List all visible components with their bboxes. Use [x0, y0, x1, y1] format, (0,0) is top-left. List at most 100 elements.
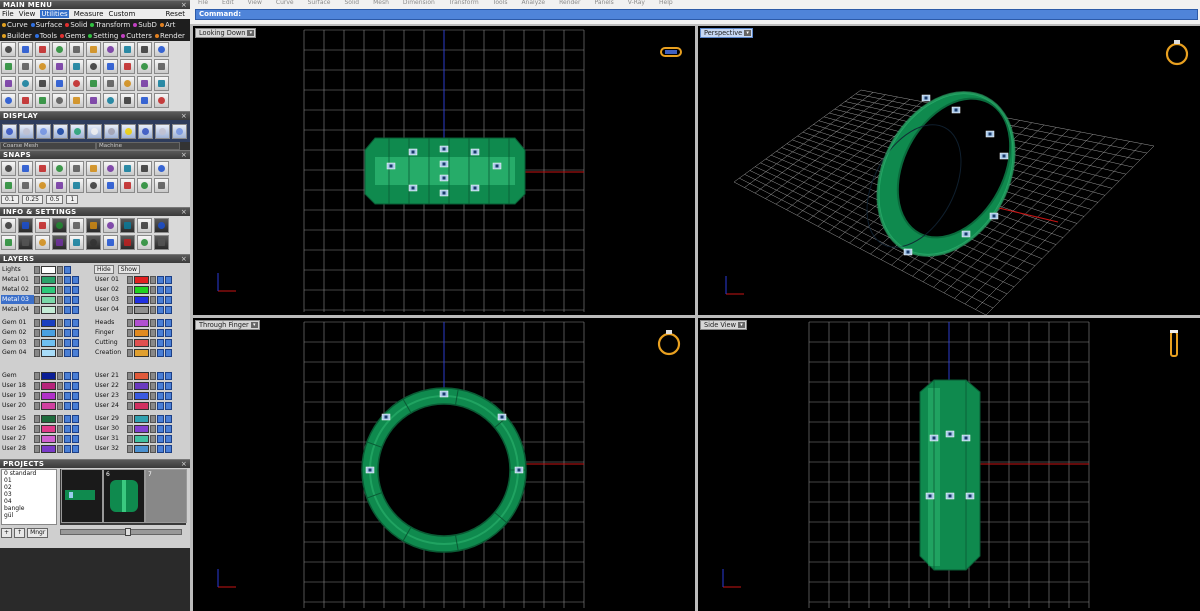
tab[interactable]: Curve [2, 21, 28, 29]
tool-button-icon[interactable] [1, 161, 16, 176]
layer-visibility-icon[interactable] [64, 348, 71, 357]
layer-name[interactable]: Gem 04 [1, 348, 34, 357]
menu-item[interactable]: Measure [74, 10, 104, 18]
layer-color-swatch[interactable] [41, 285, 56, 294]
tool-button-icon[interactable] [18, 218, 33, 233]
layer-control-icon[interactable] [127, 391, 133, 400]
layer-name[interactable]: User 29 [94, 414, 127, 423]
layer-control-icon[interactable] [34, 305, 40, 314]
layer-visibility-icon[interactable] [165, 305, 172, 314]
close-icon[interactable]: × [181, 1, 187, 10]
tool-button-icon[interactable] [18, 59, 33, 74]
layer-visibility-icon[interactable] [165, 401, 172, 410]
layer-control-icon[interactable] [127, 318, 133, 327]
tool-button-icon[interactable] [154, 59, 169, 74]
layer-control-icon[interactable] [34, 444, 40, 453]
tool-button-icon[interactable] [103, 161, 118, 176]
layer-color-swatch[interactable] [41, 371, 56, 380]
tool-button-icon[interactable] [154, 235, 169, 250]
layer-visibility-icon[interactable] [157, 285, 164, 294]
layer-visibility-icon[interactable] [165, 348, 172, 357]
layer-visibility-icon[interactable] [64, 338, 71, 347]
layer-lock-icon[interactable] [150, 295, 156, 304]
menu-item[interactable]: File [2, 10, 14, 18]
tool-button-icon[interactable] [35, 178, 50, 193]
viewport-looking-down[interactable]: Looking Down ▾ [193, 26, 695, 315]
tool-button-icon[interactable] [18, 93, 33, 108]
layer-control-icon[interactable] [34, 391, 40, 400]
layer-visibility-icon[interactable] [157, 305, 164, 314]
layer-name[interactable]: User 21 [94, 371, 127, 380]
tool-button-icon[interactable] [103, 93, 118, 108]
layer-control-icon[interactable] [127, 414, 133, 423]
tab[interactable]: Art [159, 21, 175, 29]
tool-button-icon[interactable] [52, 161, 67, 176]
menu-item[interactable]: Mesh [373, 0, 389, 6]
display-mode-icon[interactable] [70, 123, 85, 139]
tool-button-icon[interactable] [1, 218, 16, 233]
layer-visibility-icon[interactable] [72, 381, 79, 390]
layer-visibility-icon[interactable] [157, 444, 164, 453]
layer-name[interactable]: Gem 02 [1, 328, 34, 337]
tab[interactable]: Gems [60, 32, 85, 40]
tool-button-icon[interactable] [103, 218, 118, 233]
tool-button-icon[interactable] [137, 76, 152, 91]
tool-button-icon[interactable] [1, 235, 16, 250]
display-mode-icon[interactable] [53, 123, 68, 139]
display-mode-icon[interactable] [2, 123, 17, 139]
layer-name[interactable]: User 24 [94, 401, 127, 410]
tool-button-icon[interactable] [1, 42, 16, 57]
tool-button-icon[interactable] [35, 161, 50, 176]
menu-item[interactable]: Custom [108, 10, 135, 18]
layer-color-swatch[interactable] [41, 305, 56, 314]
layer-lock-icon[interactable] [57, 414, 63, 423]
layer-visibility-icon[interactable] [165, 371, 172, 380]
layer-visibility-icon[interactable] [72, 305, 79, 314]
layer-control-icon[interactable] [34, 401, 40, 410]
layer-visibility-icon[interactable] [72, 338, 79, 347]
layer-color-swatch[interactable] [41, 275, 56, 284]
tool-button-icon[interactable] [103, 42, 118, 57]
layer-color-swatch[interactable] [41, 265, 56, 274]
layer-name[interactable]: Gem [1, 371, 34, 380]
layer-control-icon[interactable] [127, 338, 133, 347]
project-list-item[interactable]: 01 [4, 477, 56, 484]
ring-orientation-icon[interactable] [657, 330, 681, 356]
menu-item[interactable]: Solid [344, 0, 359, 6]
tool-button-icon[interactable] [69, 76, 84, 91]
viewport-title[interactable]: Looking Down ▾ [195, 28, 257, 38]
tool-button-icon[interactable] [52, 178, 67, 193]
layer-name[interactable]: Lights [1, 265, 34, 274]
tool-button-icon[interactable] [103, 59, 118, 74]
tool-button-icon[interactable] [35, 235, 50, 250]
layer-lock-icon[interactable] [150, 328, 156, 337]
layer-visibility-icon[interactable] [157, 401, 164, 410]
tool-button-icon[interactable] [120, 93, 135, 108]
tool-button-icon[interactable] [120, 178, 135, 193]
layer-control-icon[interactable] [34, 381, 40, 390]
tab[interactable]: Setting [88, 32, 118, 40]
reset-button[interactable]: Reset [165, 10, 185, 18]
layer-name[interactable]: User 26 [1, 424, 34, 433]
tool-button-icon[interactable] [1, 93, 16, 108]
layer-visibility-icon[interactable] [165, 328, 172, 337]
layer-visibility-icon[interactable] [64, 391, 71, 400]
layer-control-icon[interactable] [127, 371, 133, 380]
tool-button-icon[interactable] [18, 76, 33, 91]
tool-button-icon[interactable] [120, 59, 135, 74]
tab[interactable]: SubD [133, 21, 157, 29]
machine-select[interactable]: Machine [96, 142, 180, 150]
layer-name[interactable]: Heads [94, 318, 127, 327]
layer-color-swatch[interactable] [134, 401, 149, 410]
layer-visibility-icon[interactable] [157, 381, 164, 390]
layer-name[interactable]: User 02 [94, 285, 127, 294]
layer-color-swatch[interactable] [134, 285, 149, 294]
tool-button-icon[interactable] [86, 42, 101, 57]
layer-control-icon[interactable] [34, 318, 40, 327]
tool-button-icon[interactable] [154, 161, 169, 176]
tool-button-icon[interactable] [154, 93, 169, 108]
menu-item[interactable]: Curve [276, 0, 294, 6]
project-list[interactable]: 0 standard 01 02 03 04 bangle gül [1, 469, 57, 525]
tool-button-icon[interactable] [52, 93, 67, 108]
layer-control-icon[interactable] [34, 348, 40, 357]
